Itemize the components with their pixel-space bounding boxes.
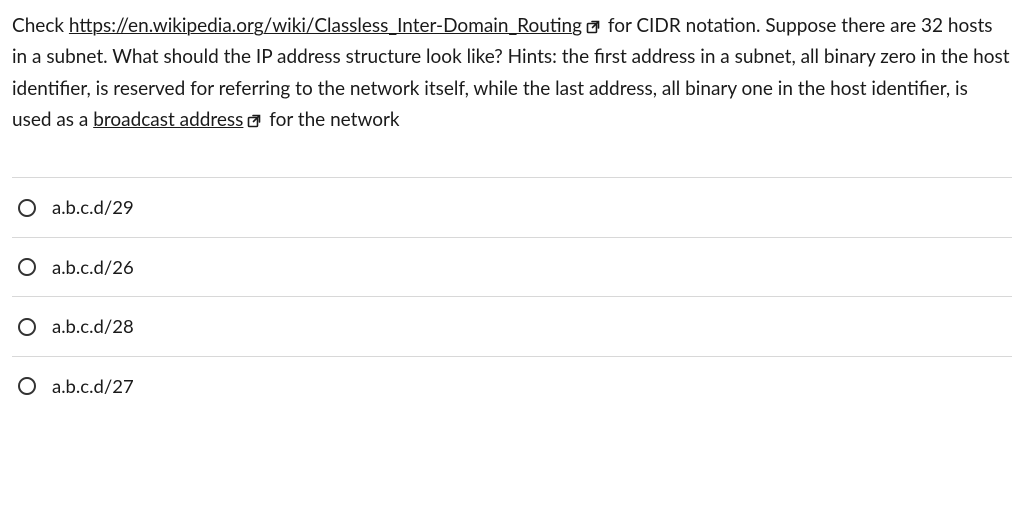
option-radio[interactable] [18,199,36,217]
option-label: a.b.c.d/27 [52,371,134,402]
option-radio[interactable] [18,318,36,336]
option-row[interactable]: a.b.c.d/28 [12,297,1012,357]
option-label: a.b.c.d/28 [52,311,134,342]
option-row[interactable]: a.b.c.d/29 [12,177,1012,238]
broadcast-address-link[interactable]: broadcast address [93,108,243,131]
cidr-wikipedia-link[interactable]: https://en.wikipedia.org/wiki/Classless_… [69,14,582,37]
question-text-part: for the network [264,108,399,131]
external-link-icon [246,113,262,129]
option-row[interactable]: a.b.c.d/27 [12,357,1012,416]
question-text-part: Check [12,14,69,37]
question-prompt: Check https://en.wikipedia.org/wiki/Clas… [12,10,1012,135]
external-link-icon [585,19,601,35]
option-radio[interactable] [18,377,36,395]
option-radio[interactable] [18,258,36,276]
options-list: a.b.c.d/29 a.b.c.d/26 a.b.c.d/28 a.b.c.d… [12,177,1012,415]
option-row[interactable]: a.b.c.d/26 [12,238,1012,298]
option-label: a.b.c.d/29 [52,192,134,223]
option-label: a.b.c.d/26 [52,252,134,283]
